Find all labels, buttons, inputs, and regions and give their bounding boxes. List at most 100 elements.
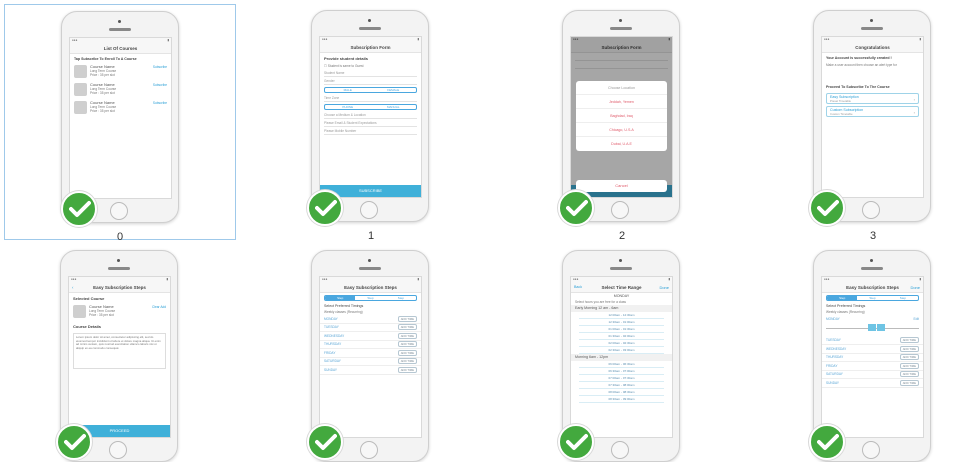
checkmark-icon: [558, 190, 594, 226]
selected-slot[interactable]: [868, 323, 876, 331]
day-row: THURSDAY ADD TIME: [822, 354, 923, 362]
course-item[interactable]: Course Name Long Term Course Price : 35 …: [70, 63, 171, 81]
thumbnail-6[interactable]: ●●● ▮ Back Select Time Range Done MONDAY …: [506, 244, 738, 462]
gender-female[interactable]: FEMALE: [371, 88, 417, 92]
screen-title-text: Select Time Range: [601, 284, 642, 290]
thumbnail-5[interactable]: ●●● ▮ Easy Subscription Steps Step Step S…: [255, 244, 487, 462]
gender-toggle[interactable]: MALE FEMALE: [324, 87, 417, 93]
time-slot[interactable]: 01:30am - 02:00am: [579, 333, 664, 340]
time-slot[interactable]: 07:30am - 08:00am: [579, 382, 664, 389]
change-course-link[interactable]: Clear Add: [152, 305, 166, 309]
thumbnail-1[interactable]: ●●● ▮ Subscription Form Provide student d…: [255, 4, 487, 242]
add-time-button[interactable]: ADD TIME: [397, 349, 417, 356]
location-field[interactable]: Choose a Medium & Location: [324, 112, 417, 119]
speaker: [610, 27, 632, 30]
custom-subscription-option[interactable]: Custom Subscription Custom Timetable ›: [826, 106, 919, 117]
timezone-phone[interactable]: PHONE: [325, 105, 371, 109]
cancel-button[interactable]: Cancel: [576, 180, 667, 192]
day-label: SUNDAY: [826, 380, 840, 385]
step-tab[interactable]: Step: [888, 296, 918, 300]
add-time-button[interactable]: ADD TIME: [397, 315, 417, 322]
time-slot[interactable]: 12:30am - 01:00am: [579, 319, 664, 326]
step-tab[interactable]: Step: [355, 296, 385, 300]
picker-option[interactable]: Jeddah, Yemen: [576, 95, 667, 109]
time-slot[interactable]: 08:00am - 08:30am: [579, 389, 664, 396]
thumbnail-7[interactable]: ●●● ▮ Easy Subscription Steps Done Step S…: [757, 244, 970, 462]
add-time-button[interactable]: ADD TIME: [899, 345, 919, 352]
time-slot[interactable]: 12:00am - 12:30am: [579, 312, 664, 319]
subscribe-link[interactable]: Subscribe: [153, 65, 167, 69]
step-tab[interactable]: Step: [386, 296, 416, 300]
checkmark-icon: [307, 190, 343, 226]
course-details-heading: Course Details: [73, 324, 102, 329]
checkmark-icon: [558, 424, 594, 460]
option-subtitle: Preset Timetable: [830, 99, 851, 103]
proceed-heading: Proceed To Subscribe To The Course: [826, 85, 890, 89]
day-row: SUNDAY ADD TIME: [320, 366, 421, 375]
screen-title-text: List Of Courses: [103, 45, 138, 51]
mobile-field[interactable]: Please Mobile Number: [324, 128, 417, 135]
thumbnail-2[interactable]: ●●●▮ Subscription Form SUBSCRIBE Choose …: [506, 4, 738, 242]
thumbnail-3[interactable]: ●●● ▮ Congratulations Your Account is suc…: [757, 4, 970, 242]
done-button[interactable]: Done: [659, 285, 669, 290]
time-slot[interactable]: 02:00am - 02:30am: [579, 340, 664, 347]
time-slot[interactable]: 06:30am - 07:00am: [579, 368, 664, 375]
selected-slot[interactable]: [877, 323, 885, 331]
step-tab[interactable]: Step: [857, 296, 887, 300]
time-slot[interactable]: 01:00am - 01:30am: [579, 326, 664, 333]
back-button[interactable]: Back: [574, 285, 582, 289]
timezone-toggle[interactable]: PHONE MANUAL: [324, 104, 417, 110]
gender-male[interactable]: MALE: [325, 88, 371, 92]
course-image: [74, 83, 87, 96]
subscribe-link[interactable]: Subscribe: [153, 101, 167, 105]
picker-option[interactable]: Dubai, U.A.E: [576, 137, 667, 151]
course-image: [74, 65, 87, 78]
course-item[interactable]: Course Name Long Term Course Price : 35 …: [70, 81, 171, 99]
picker-option[interactable]: Baghdad, Iraq: [576, 109, 667, 123]
speaker: [610, 267, 632, 270]
checkmark-icon: [56, 424, 92, 460]
add-time-button[interactable]: ADD TIME: [899, 379, 919, 386]
timezone-manual[interactable]: MANUAL: [371, 105, 417, 109]
time-slot[interactable]: 02:30am - 03:00am: [579, 347, 664, 354]
camera-dot: [368, 19, 371, 22]
easy-subscription-option[interactable]: Easy Subscription Preset Timetable ›: [826, 93, 919, 104]
camera-dot: [619, 259, 622, 262]
back-icon[interactable]: ‹: [72, 285, 74, 290]
student-name-field[interactable]: Student Name: [324, 70, 417, 77]
same-as-guest-checkbox[interactable]: ☐ Student is same to Guest: [320, 63, 421, 69]
step-tabs[interactable]: Step Step Step: [324, 295, 417, 301]
add-time-button[interactable]: ADD TIME: [899, 371, 919, 378]
step-tab[interactable]: Step: [827, 296, 858, 300]
time-slot[interactable]: 07:00am - 07:30am: [579, 375, 664, 382]
edit-link[interactable]: Edit: [914, 317, 920, 321]
day-label: TUESDAY: [826, 338, 841, 343]
time-slot[interactable]: 06:00am - 06:30am: [579, 361, 664, 368]
course-item[interactable]: Course Name Long Term Course Price : 35 …: [70, 99, 171, 117]
thumbnail-4[interactable]: ●●● ▮ ‹ Easy Subscription Steps Selected C…: [4, 244, 236, 462]
picker-option[interactable]: Chicago, U.S.A: [576, 123, 667, 137]
add-time-button[interactable]: ADD TIME: [899, 337, 919, 344]
day-row: FRIDAY ADD TIME: [320, 349, 421, 358]
picker-title: Choose Location: [576, 81, 667, 95]
camera-dot: [619, 19, 622, 22]
thumbnail-label: 0: [116, 231, 124, 243]
home-button: [611, 441, 629, 459]
add-time-button[interactable]: ADD TIME: [397, 366, 417, 373]
thumbnail-0[interactable]: ●●● ▮ List Of Courses Tap Subscribe To En…: [4, 4, 236, 243]
email-field[interactable]: Please Email & Student Expectations: [324, 120, 417, 127]
step-tab[interactable]: Step: [325, 296, 356, 300]
done-button[interactable]: Done: [910, 285, 920, 290]
add-time-button[interactable]: ADD TIME: [899, 362, 919, 369]
time-range-slider[interactable]: [826, 323, 919, 331]
add-time-button[interactable]: ADD TIME: [397, 332, 417, 339]
subscribe-link[interactable]: Subscribe: [153, 83, 167, 87]
add-time-button[interactable]: ADD TIME: [397, 324, 417, 331]
chevron-right-icon: ›: [913, 97, 915, 102]
step-tabs[interactable]: Step Step Step: [826, 295, 919, 301]
time-slot[interactable]: 08:30am - 09:00am: [579, 396, 664, 403]
day-label: THURSDAY: [324, 342, 342, 347]
add-time-button[interactable]: ADD TIME: [899, 354, 919, 361]
add-time-button[interactable]: ADD TIME: [397, 358, 417, 365]
add-time-button[interactable]: ADD TIME: [397, 341, 417, 348]
